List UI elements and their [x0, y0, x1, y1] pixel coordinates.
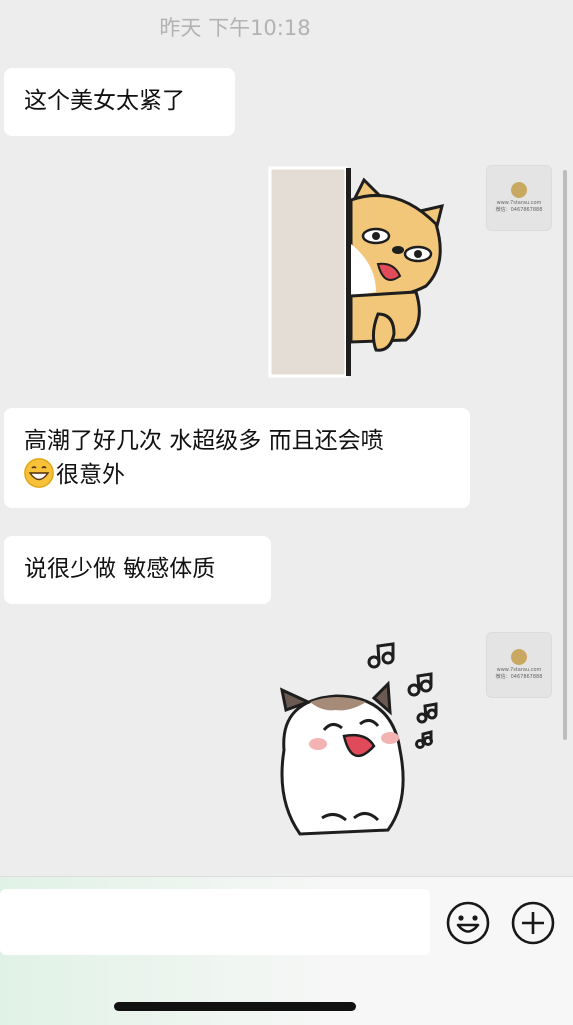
message-input[interactable] — [0, 889, 430, 955]
avatar-logo-icon — [511, 649, 527, 665]
user-avatar[interactable]: www.7starau.com 微信：0467867888 — [486, 165, 552, 231]
message-timestamp: 昨天 下午10:18 — [159, 16, 311, 40]
shiba-peeking-sticker[interactable] — [266, 164, 456, 380]
message-text: 这个美女太紧了 — [24, 88, 185, 114]
avatar-phone-text: 微信：0467867888 — [495, 674, 543, 680]
avatar-site-text: www.7starau.com — [496, 667, 542, 673]
message-text: 很意外 — [56, 462, 125, 488]
message-bubble-1[interactable]: 这个美女太紧了 — [4, 68, 235, 136]
avatar-logo-icon — [511, 182, 527, 198]
grinning-face-emoji — [24, 458, 54, 488]
home-indicator[interactable] — [114, 1002, 356, 1011]
chat-scrollbar[interactable] — [563, 170, 567, 740]
message-text-line-1: 高潮了好几次 水超级多 而且还会喷 — [24, 428, 384, 454]
avatar-site-text: www.7starau.com — [496, 200, 542, 206]
smiley-icon — [446, 901, 490, 945]
user-avatar[interactable]: www.7starau.com 微信：0467867888 — [486, 632, 552, 698]
message-bubble-2[interactable]: 高潮了好几次 水超级多 而且还会喷 很意外 — [4, 408, 470, 508]
message-text: 说很少做 敏感体质 — [24, 556, 216, 582]
emoji-button[interactable] — [445, 900, 491, 946]
avatar-phone-text: 微信：0467867888 — [495, 207, 543, 213]
add-button[interactable] — [510, 900, 556, 946]
grinning-face-icon — [24, 458, 54, 488]
plus-circle-icon — [511, 901, 555, 945]
laughing-cat-sticker[interactable] — [270, 640, 450, 844]
message-text-line-2: 很意外 — [24, 458, 450, 492]
message-bubble-3[interactable]: 说很少做 敏感体质 — [4, 536, 271, 604]
